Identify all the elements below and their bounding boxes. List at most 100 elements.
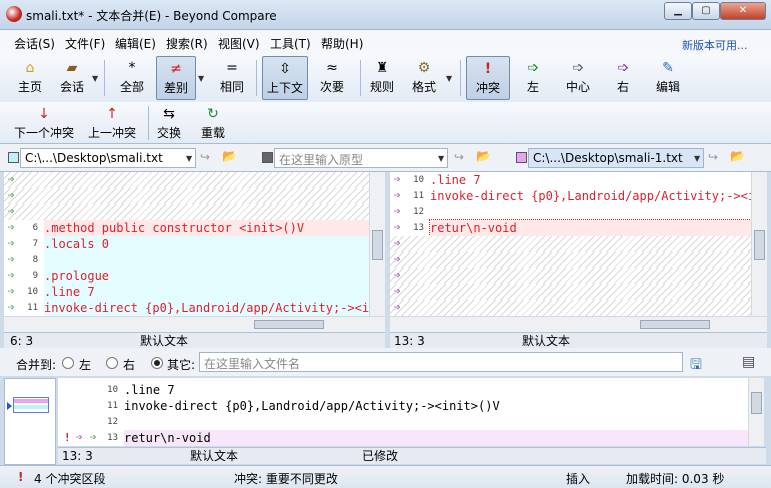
diff-row[interactable]: ➩ 13 retur\n-void bbox=[390, 219, 767, 237]
left-path-dropdown-icon[interactable]: ▼ bbox=[186, 154, 192, 163]
right-text-pane[interactable]: ➩ 10 .line 7 ➩ 11 invoke-direct {p0},Landroid… bbox=[390, 172, 767, 332]
output-vertical-scrollbar[interactable] bbox=[748, 378, 764, 446]
diffs-button[interactable]: ≠ 差别 bbox=[156, 56, 196, 100]
output-row[interactable]: 12 bbox=[58, 414, 748, 430]
menu-edit[interactable]: 编辑(E) bbox=[115, 35, 156, 52]
diff-row[interactable]: ➩ 10 .line 7 bbox=[390, 172, 767, 188]
purple-arrow-icon[interactable]: ➩ bbox=[394, 172, 401, 188]
diff-row[interactable]: ➩ bbox=[390, 236, 767, 252]
right-scroll-thumb[interactable] bbox=[754, 230, 765, 260]
output-row[interactable]: ! ➩ ➩ 13 retur\n-void bbox=[58, 430, 748, 446]
output-row[interactable]: 10 .line 7 bbox=[58, 382, 748, 398]
diff-row[interactable]: ➩ bbox=[390, 300, 767, 316]
left-text-pane[interactable]: ➩ ➩ ➩ ➩ 6 .method public constructor <init>()… bbox=[4, 172, 385, 332]
output-text-pane[interactable]: 10 .line 7 11 invoke-direct {p0},Landroid/a… bbox=[58, 378, 748, 446]
center-history-icon[interactable]: ↪ bbox=[454, 150, 464, 164]
prev-conflict-button[interactable]: ↑ 上一冲突 bbox=[84, 102, 140, 146]
center-path-input[interactable]: 在这里输入原型 bbox=[274, 148, 448, 168]
diff-row[interactable]: ➩ 7 .locals 0 bbox=[4, 236, 385, 252]
diff-row[interactable]: ➩ bbox=[4, 188, 385, 204]
right-path-dropdown-icon[interactable]: ▼ bbox=[694, 154, 700, 163]
menu-file[interactable]: 文件(F) bbox=[65, 35, 105, 52]
app-icon[interactable] bbox=[6, 6, 22, 22]
right-horizontal-scrollbar[interactable] bbox=[390, 316, 767, 332]
close-button[interactable]: ✕ bbox=[720, 2, 766, 20]
merge-right-radio[interactable] bbox=[106, 357, 118, 369]
menu-session[interactable]: 会话(S) bbox=[14, 35, 55, 52]
right-button[interactable]: ➩ 右 bbox=[606, 56, 640, 100]
left-folder-icon[interactable]: 📂 bbox=[222, 149, 237, 163]
green-arrow-icon[interactable]: ➩ bbox=[8, 236, 15, 252]
menu-tools[interactable]: 工具(T) bbox=[270, 35, 311, 52]
menu-search[interactable]: 搜索(R) bbox=[166, 35, 208, 52]
right-folder-icon[interactable]: 📂 bbox=[730, 149, 745, 163]
diff-row[interactable]: ➩ bbox=[390, 252, 767, 268]
swap-button[interactable]: ⇆ 交换 bbox=[152, 102, 186, 146]
menu-view[interactable]: 视图(V) bbox=[218, 35, 260, 52]
right-vertical-scrollbar[interactable] bbox=[751, 172, 767, 316]
rules-button[interactable]: ♜ 规则 bbox=[364, 56, 400, 100]
green-arrow-icon[interactable]: ➩ bbox=[8, 252, 15, 268]
purple-arrow-icon[interactable]: ➩ bbox=[394, 236, 401, 252]
left-path-input[interactable]: C:\...\Desktop\smali.txt bbox=[20, 148, 196, 168]
right-history-icon[interactable]: ↪ bbox=[708, 150, 718, 164]
right-hscroll-thumb[interactable] bbox=[640, 320, 710, 329]
new-version-link[interactable]: 新版本可用... bbox=[682, 37, 748, 53]
diff-row[interactable]: ➩ bbox=[4, 172, 385, 188]
reload-button[interactable]: ↻ 重载 bbox=[196, 102, 230, 146]
conflict-marker-icon[interactable]: ! bbox=[64, 430, 71, 446]
next-conflict-button[interactable]: ↓ 下一个冲突 bbox=[10, 102, 78, 146]
left-vertical-scrollbar[interactable] bbox=[369, 172, 385, 316]
same-button[interactable]: = 相同 bbox=[212, 56, 252, 100]
maximize-button[interactable]: ▢ bbox=[692, 2, 720, 20]
diff-row[interactable]: ➩ 6 .method public constructor <init>()V bbox=[4, 220, 385, 236]
green-arrow-icon[interactable]: ➩ bbox=[8, 188, 15, 204]
purple-arrow-icon[interactable]: ➩ bbox=[394, 268, 401, 284]
overview-viewport[interactable] bbox=[13, 397, 49, 413]
purple-arrow-icon[interactable]: ➩ bbox=[394, 284, 401, 300]
format-dropdown-icon[interactable]: ▼ bbox=[446, 74, 452, 83]
green-arrow-icon[interactable]: ➩ bbox=[8, 172, 15, 188]
purple-arrow-icon[interactable]: ➩ bbox=[394, 300, 401, 316]
diff-row[interactable]: ➩ bbox=[4, 204, 385, 220]
output-scroll-thumb[interactable] bbox=[751, 392, 762, 414]
green-arrow-icon[interactable]: ➩ bbox=[8, 220, 15, 236]
diff-row[interactable]: ➩ 11 invoke-direct {p0},Landroid/app/Activ… bbox=[4, 300, 385, 316]
layout-icon[interactable]: ▤ bbox=[742, 354, 755, 370]
context-button[interactable]: ⇳ 上下文 bbox=[262, 56, 308, 100]
sessions-button[interactable]: ▰ 会话 bbox=[54, 56, 90, 100]
format-button[interactable]: ⚙ 格式 bbox=[406, 56, 442, 100]
minimize-button[interactable]: ▁ bbox=[664, 2, 692, 20]
purple-arrow-icon[interactable]: ➩ bbox=[394, 188, 401, 204]
thumbnail-overview[interactable] bbox=[4, 378, 56, 465]
diffs-dropdown-icon[interactable]: ▼ bbox=[198, 74, 204, 83]
purple-arrow-icon[interactable]: ➩ bbox=[394, 220, 401, 236]
left-button[interactable]: ➩ 左 bbox=[516, 56, 550, 100]
diff-row[interactable]: ➩ 9 .prologue bbox=[4, 268, 385, 284]
merge-left-radio[interactable] bbox=[62, 357, 74, 369]
diff-row[interactable]: ➩ bbox=[390, 268, 767, 284]
diff-row[interactable]: ➩ 8 bbox=[4, 252, 385, 268]
conflicts-button[interactable]: ! 冲突 bbox=[466, 56, 510, 100]
diff-row[interactable]: ➩ 12 bbox=[390, 204, 767, 220]
diff-row[interactable]: ➩ 11 invoke-direct {p0},Landroid/app/Activ… bbox=[390, 188, 767, 204]
center-path-dropdown-icon[interactable]: ▼ bbox=[438, 154, 444, 163]
green-arrow-icon[interactable]: ➩ bbox=[8, 204, 15, 220]
center-folder-icon[interactable]: 📂 bbox=[476, 149, 491, 163]
green-arrow-icon[interactable]: ➩ bbox=[8, 268, 15, 284]
purple-arrow-icon[interactable]: ➩ bbox=[394, 204, 401, 220]
merge-filename-input[interactable]: 在这里输入文件名 bbox=[199, 352, 683, 372]
minor-button[interactable]: ≈ 次要 bbox=[312, 56, 352, 100]
green-arrow-icon[interactable]: ➩ bbox=[90, 430, 97, 446]
purple-arrow-icon[interactable]: ➩ bbox=[76, 430, 83, 446]
home-button[interactable]: ⌂ 主页 bbox=[12, 56, 48, 100]
merge-other-radio[interactable] bbox=[151, 357, 163, 369]
left-scroll-thumb[interactable] bbox=[372, 230, 383, 260]
sessions-dropdown-icon[interactable]: ▼ bbox=[92, 74, 98, 83]
save-icon[interactable]: 🖫 bbox=[690, 354, 702, 378]
purple-arrow-icon[interactable]: ➩ bbox=[394, 252, 401, 268]
right-path-input[interactable]: C:\...\Desktop\smali-1.txt bbox=[528, 148, 704, 168]
left-history-icon[interactable]: ↪ bbox=[200, 150, 210, 164]
green-arrow-icon[interactable]: ➩ bbox=[8, 284, 15, 300]
all-button[interactable]: * 全部 bbox=[112, 56, 152, 100]
